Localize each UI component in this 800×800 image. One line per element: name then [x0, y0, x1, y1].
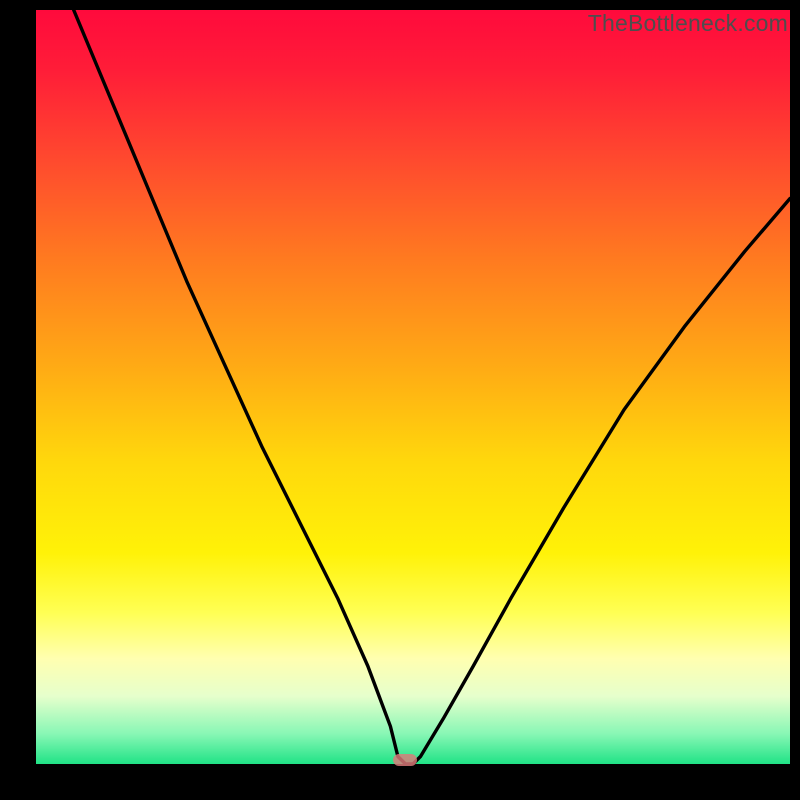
curve-svg	[36, 10, 790, 764]
bottleneck-curve	[74, 10, 790, 764]
chart-frame: TheBottleneck.com	[0, 0, 800, 800]
curve-layer	[36, 10, 790, 764]
minimum-marker	[393, 754, 417, 766]
